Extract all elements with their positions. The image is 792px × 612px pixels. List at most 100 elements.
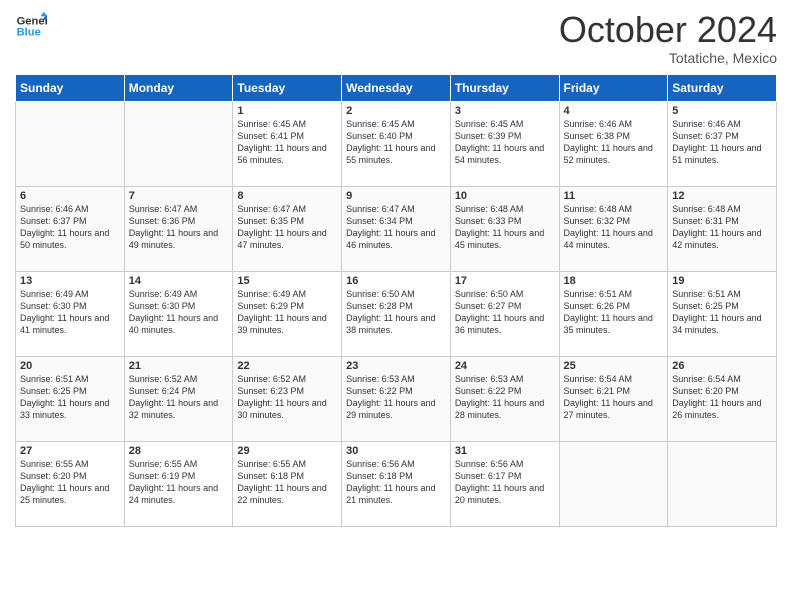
day-detail: Sunrise: 6:49 AMSunset: 6:30 PMDaylight:… (129, 288, 229, 337)
day-cell: 13 Sunrise: 6:49 AMSunset: 6:30 PMDaylig… (16, 271, 125, 356)
day-detail: Sunrise: 6:50 AMSunset: 6:27 PMDaylight:… (455, 288, 555, 337)
title-area: October 2024 Totatiche, Mexico (559, 10, 777, 66)
day-cell: 15 Sunrise: 6:49 AMSunset: 6:29 PMDaylig… (233, 271, 342, 356)
day-detail: Sunrise: 6:46 AMSunset: 6:38 PMDaylight:… (564, 118, 664, 167)
col-sunday: Sunday (16, 74, 125, 101)
day-cell: 5 Sunrise: 6:46 AMSunset: 6:37 PMDayligh… (668, 101, 777, 186)
day-number: 24 (455, 360, 555, 372)
day-cell: 8 Sunrise: 6:47 AMSunset: 6:35 PMDayligh… (233, 186, 342, 271)
week-row-2: 6 Sunrise: 6:46 AMSunset: 6:37 PMDayligh… (16, 186, 777, 271)
col-friday: Friday (559, 74, 668, 101)
day-detail: Sunrise: 6:54 AMSunset: 6:20 PMDaylight:… (672, 373, 772, 422)
day-number: 11 (564, 190, 664, 202)
day-cell: 22 Sunrise: 6:52 AMSunset: 6:23 PMDaylig… (233, 356, 342, 441)
day-detail: Sunrise: 6:45 AMSunset: 6:39 PMDaylight:… (455, 118, 555, 167)
day-number: 29 (237, 445, 337, 457)
day-number: 9 (346, 190, 446, 202)
day-detail: Sunrise: 6:53 AMSunset: 6:22 PMDaylight:… (346, 373, 446, 422)
week-row-5: 27 Sunrise: 6:55 AMSunset: 6:20 PMDaylig… (16, 441, 777, 526)
day-cell: 23 Sunrise: 6:53 AMSunset: 6:22 PMDaylig… (342, 356, 451, 441)
col-monday: Monday (124, 74, 233, 101)
day-number: 2 (346, 105, 446, 117)
day-detail: Sunrise: 6:47 AMSunset: 6:34 PMDaylight:… (346, 203, 446, 252)
day-number: 10 (455, 190, 555, 202)
day-detail: Sunrise: 6:56 AMSunset: 6:17 PMDaylight:… (455, 458, 555, 507)
day-cell: 30 Sunrise: 6:56 AMSunset: 6:18 PMDaylig… (342, 441, 451, 526)
day-cell: 17 Sunrise: 6:50 AMSunset: 6:27 PMDaylig… (450, 271, 559, 356)
calendar-table: Sunday Monday Tuesday Wednesday Thursday… (15, 74, 777, 527)
day-cell (668, 441, 777, 526)
day-number: 31 (455, 445, 555, 457)
day-detail: Sunrise: 6:51 AMSunset: 6:26 PMDaylight:… (564, 288, 664, 337)
day-detail: Sunrise: 6:51 AMSunset: 6:25 PMDaylight:… (20, 373, 120, 422)
day-detail: Sunrise: 6:45 AMSunset: 6:40 PMDaylight:… (346, 118, 446, 167)
day-cell: 3 Sunrise: 6:45 AMSunset: 6:39 PMDayligh… (450, 101, 559, 186)
day-cell: 19 Sunrise: 6:51 AMSunset: 6:25 PMDaylig… (668, 271, 777, 356)
day-cell: 10 Sunrise: 6:48 AMSunset: 6:33 PMDaylig… (450, 186, 559, 271)
col-tuesday: Tuesday (233, 74, 342, 101)
week-row-4: 20 Sunrise: 6:51 AMSunset: 6:25 PMDaylig… (16, 356, 777, 441)
day-cell: 7 Sunrise: 6:47 AMSunset: 6:36 PMDayligh… (124, 186, 233, 271)
location-subtitle: Totatiche, Mexico (559, 50, 777, 66)
month-title: October 2024 (559, 10, 777, 50)
day-number: 27 (20, 445, 120, 457)
day-number: 6 (20, 190, 120, 202)
day-detail: Sunrise: 6:46 AMSunset: 6:37 PMDaylight:… (20, 203, 120, 252)
day-detail: Sunrise: 6:47 AMSunset: 6:36 PMDaylight:… (129, 203, 229, 252)
day-number: 14 (129, 275, 229, 287)
day-cell: 24 Sunrise: 6:53 AMSunset: 6:22 PMDaylig… (450, 356, 559, 441)
day-cell: 14 Sunrise: 6:49 AMSunset: 6:30 PMDaylig… (124, 271, 233, 356)
day-cell: 9 Sunrise: 6:47 AMSunset: 6:34 PMDayligh… (342, 186, 451, 271)
day-cell: 27 Sunrise: 6:55 AMSunset: 6:20 PMDaylig… (16, 441, 125, 526)
day-detail: Sunrise: 6:45 AMSunset: 6:41 PMDaylight:… (237, 118, 337, 167)
col-saturday: Saturday (668, 74, 777, 101)
day-cell: 1 Sunrise: 6:45 AMSunset: 6:41 PMDayligh… (233, 101, 342, 186)
day-cell (559, 441, 668, 526)
day-number: 12 (672, 190, 772, 202)
day-number: 28 (129, 445, 229, 457)
svg-text:Blue: Blue (17, 27, 41, 39)
day-detail: Sunrise: 6:49 AMSunset: 6:29 PMDaylight:… (237, 288, 337, 337)
day-cell: 2 Sunrise: 6:45 AMSunset: 6:40 PMDayligh… (342, 101, 451, 186)
day-detail: Sunrise: 6:56 AMSunset: 6:18 PMDaylight:… (346, 458, 446, 507)
day-cell: 16 Sunrise: 6:50 AMSunset: 6:28 PMDaylig… (342, 271, 451, 356)
logo-icon: General Blue (15, 10, 47, 42)
day-number: 8 (237, 190, 337, 202)
day-cell: 31 Sunrise: 6:56 AMSunset: 6:17 PMDaylig… (450, 441, 559, 526)
day-cell (124, 101, 233, 186)
day-detail: Sunrise: 6:51 AMSunset: 6:25 PMDaylight:… (672, 288, 772, 337)
day-cell: 26 Sunrise: 6:54 AMSunset: 6:20 PMDaylig… (668, 356, 777, 441)
week-row-3: 13 Sunrise: 6:49 AMSunset: 6:30 PMDaylig… (16, 271, 777, 356)
col-thursday: Thursday (450, 74, 559, 101)
day-number: 7 (129, 190, 229, 202)
day-number: 16 (346, 275, 446, 287)
day-detail: Sunrise: 6:47 AMSunset: 6:35 PMDaylight:… (237, 203, 337, 252)
day-number: 15 (237, 275, 337, 287)
day-cell: 28 Sunrise: 6:55 AMSunset: 6:19 PMDaylig… (124, 441, 233, 526)
day-number: 23 (346, 360, 446, 372)
day-detail: Sunrise: 6:55 AMSunset: 6:20 PMDaylight:… (20, 458, 120, 507)
day-number: 1 (237, 105, 337, 117)
day-cell: 25 Sunrise: 6:54 AMSunset: 6:21 PMDaylig… (559, 356, 668, 441)
day-cell: 21 Sunrise: 6:52 AMSunset: 6:24 PMDaylig… (124, 356, 233, 441)
day-cell (16, 101, 125, 186)
day-number: 4 (564, 105, 664, 117)
day-detail: Sunrise: 6:48 AMSunset: 6:33 PMDaylight:… (455, 203, 555, 252)
logo: General Blue (15, 10, 47, 42)
day-detail: Sunrise: 6:55 AMSunset: 6:18 PMDaylight:… (237, 458, 337, 507)
day-detail: Sunrise: 6:46 AMSunset: 6:37 PMDaylight:… (672, 118, 772, 167)
day-detail: Sunrise: 6:55 AMSunset: 6:19 PMDaylight:… (129, 458, 229, 507)
day-cell: 20 Sunrise: 6:51 AMSunset: 6:25 PMDaylig… (16, 356, 125, 441)
day-cell: 29 Sunrise: 6:55 AMSunset: 6:18 PMDaylig… (233, 441, 342, 526)
day-number: 18 (564, 275, 664, 287)
day-detail: Sunrise: 6:48 AMSunset: 6:32 PMDaylight:… (564, 203, 664, 252)
day-number: 26 (672, 360, 772, 372)
day-number: 19 (672, 275, 772, 287)
day-cell: 6 Sunrise: 6:46 AMSunset: 6:37 PMDayligh… (16, 186, 125, 271)
day-number: 13 (20, 275, 120, 287)
day-cell: 4 Sunrise: 6:46 AMSunset: 6:38 PMDayligh… (559, 101, 668, 186)
calendar-page: General Blue October 2024 Totatiche, Mex… (0, 0, 792, 612)
header: General Blue October 2024 Totatiche, Mex… (15, 10, 777, 66)
day-number: 25 (564, 360, 664, 372)
day-number: 17 (455, 275, 555, 287)
